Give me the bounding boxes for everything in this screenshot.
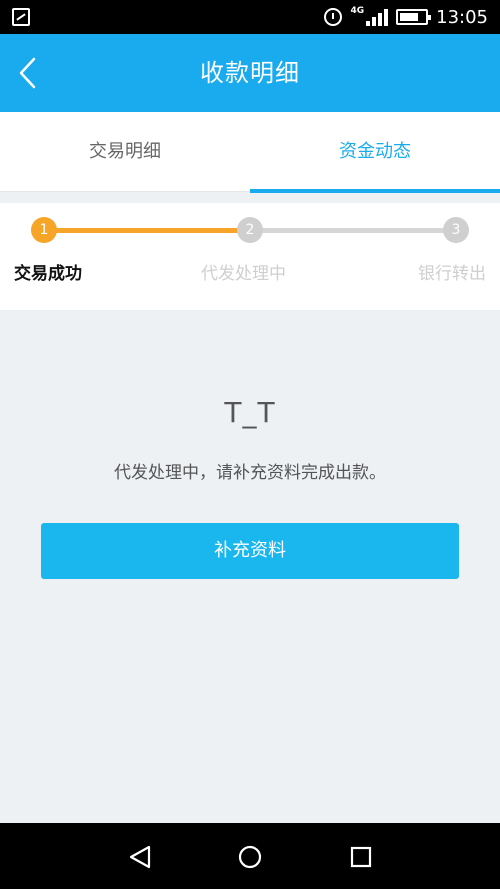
step-2-indicator: 2 xyxy=(237,217,263,243)
step-3-indicator: 3 xyxy=(443,217,469,243)
step-1-label: 交易成功 xyxy=(14,264,82,284)
progress-line-pending xyxy=(250,228,456,233)
square-recents-icon xyxy=(350,846,372,868)
page-title: 收款明细 xyxy=(200,59,300,87)
nav-home-button[interactable] xyxy=(230,837,270,877)
status-time: 13:05 xyxy=(436,6,488,28)
triangle-back-icon xyxy=(129,845,151,869)
network-type: 4G xyxy=(350,6,365,16)
image-icon xyxy=(12,8,30,26)
step-3-label: 银行转出 xyxy=(418,264,486,284)
supplement-info-button[interactable]: 补充资料 xyxy=(41,523,459,579)
battery-icon xyxy=(396,9,432,25)
progress-line-done xyxy=(44,228,250,233)
tab-fund-activity[interactable]: 资金动态 xyxy=(250,112,500,193)
step-1-indicator: 1 xyxy=(31,217,57,243)
alarm-icon xyxy=(324,8,343,26)
status-icons: 4G 13:05 xyxy=(324,6,488,28)
status-bar: 4G 13:05 xyxy=(0,0,500,34)
signal-icon xyxy=(366,8,389,26)
progress-stepper: 1 2 3 交易成功 代发处理中 银行转出 xyxy=(0,203,500,310)
header: 收款明细 xyxy=(0,34,500,112)
tab-transaction-details[interactable]: 交易明细 xyxy=(0,112,250,192)
circle-home-icon xyxy=(238,845,262,869)
nav-back-button[interactable] xyxy=(120,837,160,877)
status-message: 代发处理中，请补充资料完成出款。 xyxy=(114,463,386,483)
system-nav-bar xyxy=(0,823,500,889)
step-2-label: 代发处理中 xyxy=(201,264,286,284)
nav-recents-button[interactable] xyxy=(341,837,381,877)
sad-emoticon: T_T xyxy=(224,396,276,429)
tab-bar: 交易明细 资金动态 xyxy=(0,112,500,193)
